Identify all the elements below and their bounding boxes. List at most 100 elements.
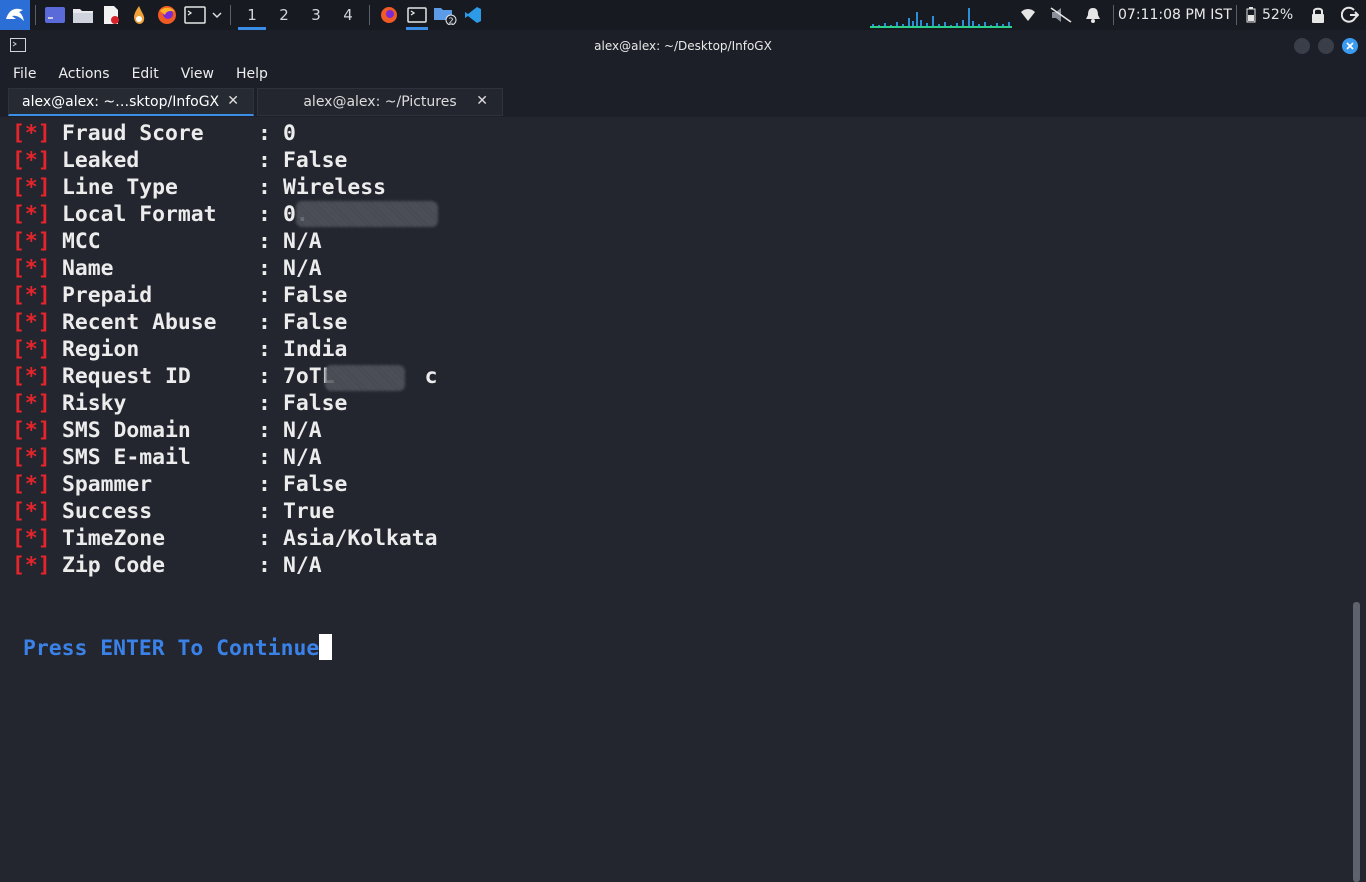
field-separator: : — [258, 472, 271, 497]
bullet-marker: [*] — [12, 121, 51, 146]
field-separator: : — [258, 256, 271, 281]
field-name: Name — [62, 256, 114, 281]
tab-close-icon[interactable]: ✕ — [476, 93, 488, 109]
panel-separator — [35, 5, 36, 25]
field-separator: : — [258, 202, 271, 227]
top-panel: 1 2 3 4 2 07:11:08 PM IST 52% — [0, 0, 1366, 30]
bullet-marker: [*] — [12, 202, 51, 227]
volume-muted-icon[interactable] — [1049, 0, 1073, 30]
burp-suite-icon[interactable] — [125, 0, 153, 30]
workspace-label: 3 — [311, 6, 321, 24]
terminal-launcher-icon[interactable] — [181, 0, 209, 30]
window-titlebar[interactable]: alex@alex: ~/Desktop/InfoGX — [0, 30, 1366, 61]
menu-view[interactable]: View — [175, 66, 222, 82]
lock-icon[interactable] — [1309, 0, 1327, 30]
firefox-icon[interactable] — [153, 0, 181, 30]
workspace-1[interactable]: 1 — [236, 0, 268, 30]
text-editor-icon[interactable] — [97, 0, 125, 30]
bullet-marker: [*] — [12, 553, 51, 578]
field-name: SMS E-mail — [62, 445, 191, 470]
output-line: [*] Name: N/A — [12, 255, 322, 282]
field-name: Prepaid — [62, 283, 153, 308]
field-separator: : — [258, 526, 271, 551]
taskbar-folder-icon[interactable]: 2 — [431, 0, 459, 30]
menu-file[interactable]: File — [7, 66, 44, 82]
output-line: [*] Request ID:7oTL c — [12, 363, 438, 390]
output-line: [*] Prepaid: False — [12, 282, 347, 309]
wifi-icon[interactable] — [1018, 0, 1038, 30]
field-separator: : — [258, 364, 271, 389]
taskbar-firefox-icon[interactable] — [375, 0, 403, 30]
field-name: TimeZone — [62, 526, 166, 551]
bullet-marker: [*] — [12, 229, 51, 254]
logout-icon[interactable] — [1339, 0, 1361, 30]
field-separator: : — [258, 229, 271, 254]
field-name: Leaked — [62, 148, 140, 173]
kali-menu-icon[interactable] — [0, 0, 30, 30]
field-value: False — [283, 310, 348, 335]
redacted-local-format — [296, 201, 438, 227]
bullet-marker: [*] — [12, 175, 51, 200]
output-line: [*]Local Format:0. — [12, 201, 309, 228]
bullet-marker: [*] — [12, 310, 51, 335]
battery-percentage: 52% — [1262, 7, 1294, 23]
workspace-2[interactable]: 2 — [268, 0, 300, 30]
bullet-marker: [*] — [12, 472, 51, 497]
output-line: [*] TimeZone: Asia/Kolkata — [12, 525, 438, 552]
field-value: N/A — [283, 256, 322, 281]
output-line: [*] Fraud Score:0 — [12, 120, 296, 147]
clock[interactable]: 07:11:08 PM IST — [1118, 0, 1232, 30]
field-name: Risky — [62, 391, 127, 416]
field-separator: : — [258, 121, 271, 146]
file-manager-icon[interactable] — [69, 0, 97, 30]
workspace-3[interactable]: 3 — [300, 0, 332, 30]
terminal-scrollbar[interactable] — [1353, 602, 1360, 882]
field-value: False — [283, 391, 348, 416]
bullet-marker: [*] — [12, 499, 51, 524]
chevron-down-icon[interactable] — [209, 0, 225, 30]
field-name: Region — [62, 337, 140, 362]
panel-separator — [369, 5, 370, 25]
field-value: Wireless — [283, 175, 387, 200]
workspace-label: 4 — [343, 6, 353, 24]
redacted-request-id — [325, 365, 405, 391]
continue-prompt: Press ENTER To Continue — [23, 634, 333, 664]
field-separator: : — [258, 418, 271, 443]
vscode-icon[interactable] — [459, 0, 487, 30]
terminal-output[interactable]: [*] Fraud Score:0 [*] Leaked: False [*] Line T… — [0, 117, 1360, 882]
menu-help[interactable]: Help — [230, 66, 276, 82]
task-count-badge: 2 — [449, 17, 454, 26]
field-name: Request ID — [62, 364, 191, 389]
field-separator: : — [258, 337, 271, 362]
field-value: False — [283, 148, 348, 173]
show-desktop-icon[interactable] — [41, 0, 69, 30]
field-value: N/A — [283, 553, 322, 578]
output-line: [*] SMS Domain: N/A — [12, 417, 322, 444]
tab-desktop-infogx[interactable]: alex@alex: ~…sktop/InfoGX ✕ — [8, 88, 254, 116]
taskbar-terminal-icon[interactable] — [403, 0, 431, 30]
field-separator: : — [258, 445, 271, 470]
notification-bell-icon[interactable] — [1083, 0, 1103, 30]
menu-edit[interactable]: Edit — [126, 66, 167, 82]
tab-close-icon[interactable]: ✕ — [227, 93, 239, 109]
output-line: [*] Recent Abuse: False — [12, 309, 347, 336]
workspace-4[interactable]: 4 — [332, 0, 364, 30]
close-window-button[interactable] — [1342, 38, 1358, 54]
field-value: False — [283, 283, 348, 308]
field-value: True — [283, 499, 335, 524]
output-line: [*] Line Type: Wireless — [12, 174, 386, 201]
field-value: India — [283, 337, 348, 362]
field-name: Success — [62, 499, 153, 524]
bullet-marker: [*] — [12, 337, 51, 362]
maximize-button[interactable] — [1318, 38, 1334, 54]
output-line: [*] Leaked: False — [12, 147, 347, 174]
field-separator: : — [258, 283, 271, 308]
minimize-button[interactable] — [1294, 38, 1310, 54]
bullet-marker: [*] — [12, 391, 51, 416]
field-name: Zip Code — [62, 553, 166, 578]
tab-pictures[interactable]: alex@alex: ~/Pictures ✕ — [257, 88, 503, 116]
field-name: Fraud Score — [62, 121, 204, 146]
field-separator: : — [258, 391, 271, 416]
menu-actions[interactable]: Actions — [52, 66, 117, 82]
battery-icon[interactable] — [1244, 0, 1258, 30]
